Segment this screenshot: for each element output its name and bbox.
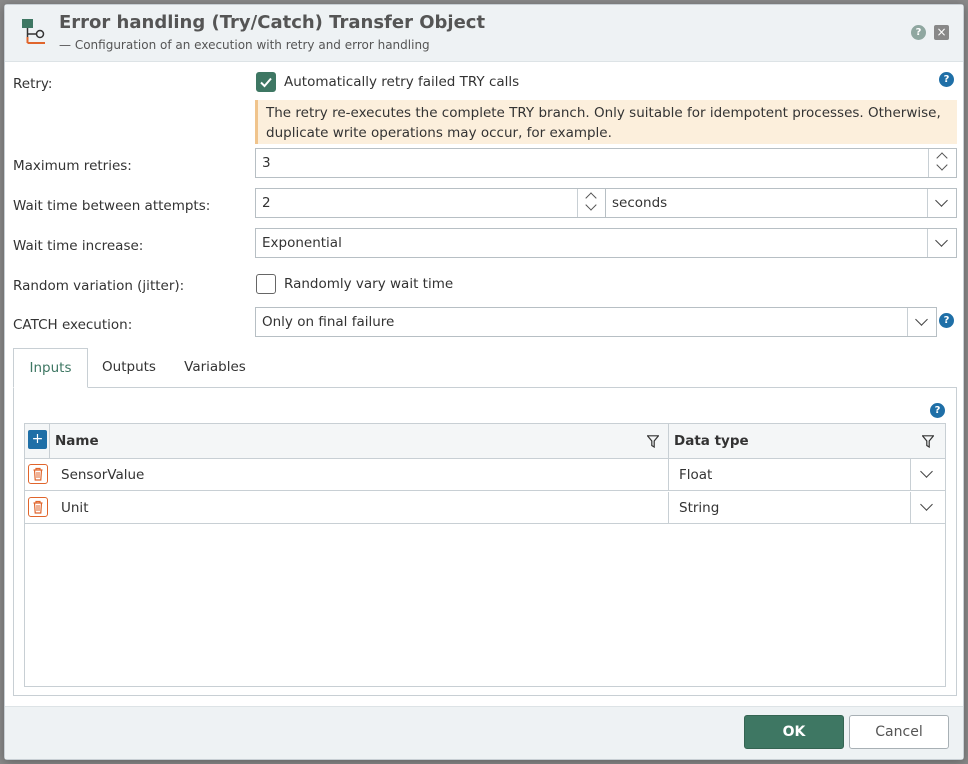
- trash-icon: [33, 467, 43, 481]
- jitter-label: Random variation (jitter):: [13, 278, 185, 294]
- chevron-down-icon[interactable]: [910, 459, 945, 490]
- retry-checkbox[interactable]: [256, 72, 276, 92]
- wait-time-label: Wait time between attempts:: [13, 198, 211, 214]
- max-retries-label: Maximum retries:: [13, 158, 132, 174]
- delete-row-button[interactable]: [28, 464, 48, 484]
- inputs-panel: ? + Name Data type SensorValue Float Uni…: [13, 387, 957, 696]
- checkmark-icon: [260, 77, 272, 88]
- trash-icon: [33, 500, 43, 514]
- wait-time-unit-select[interactable]: seconds: [605, 188, 957, 218]
- tab-variables[interactable]: Variables: [177, 348, 253, 388]
- wait-increase-select[interactable]: Exponential: [255, 228, 957, 258]
- max-retries-value: 3: [262, 155, 271, 171]
- tab-outputs[interactable]: Outputs: [93, 348, 165, 388]
- chevron-down-icon[interactable]: [907, 308, 936, 336]
- input-name-cell[interactable]: SensorValue: [61, 467, 144, 483]
- add-row-button[interactable]: +: [28, 430, 47, 449]
- header-help-icon[interactable]: ?: [911, 25, 926, 40]
- retry-help-icon[interactable]: ?: [939, 72, 954, 87]
- chevron-down-icon[interactable]: [927, 229, 956, 257]
- close-icon[interactable]: ×: [934, 25, 949, 40]
- catch-execution-value: Only on final failure: [262, 314, 395, 330]
- retry-label: Retry:: [13, 76, 53, 92]
- ok-button[interactable]: OK: [744, 715, 844, 749]
- column-header-data-type[interactable]: Data type: [674, 433, 749, 449]
- dialog: Error handling (Try/Catch) Transfer Obje…: [4, 4, 964, 760]
- column-divider: [49, 424, 50, 459]
- jitter-checkbox-label[interactable]: Randomly vary wait time: [284, 276, 453, 292]
- input-name-cell[interactable]: Unit: [61, 500, 88, 516]
- wait-time-spinner[interactable]: [577, 189, 605, 217]
- wait-increase-value: Exponential: [262, 235, 342, 251]
- inputs-help-icon[interactable]: ?: [930, 403, 945, 418]
- input-type-cell[interactable]: Float: [679, 467, 712, 483]
- retry-checkbox-label[interactable]: Automatically retry failed TRY calls: [284, 74, 519, 90]
- table-row: SensorValue Float: [25, 459, 945, 491]
- table-row: Unit String: [25, 492, 945, 524]
- wait-increase-label: Wait time increase:: [13, 238, 144, 254]
- filter-icon[interactable]: [647, 435, 659, 448]
- max-retries-spinner[interactable]: [928, 149, 956, 177]
- wait-time-value: 2: [262, 195, 271, 211]
- input-type-cell[interactable]: String: [679, 500, 719, 516]
- chevron-down-icon[interactable]: [585, 199, 597, 211]
- dialog-footer: OK Cancel: [5, 706, 963, 759]
- column-divider: [668, 424, 669, 459]
- column-divider: [668, 492, 669, 524]
- filter-icon[interactable]: [922, 435, 934, 448]
- delete-row-button[interactable]: [28, 497, 48, 517]
- dialog-title: Error handling (Try/Catch) Transfer Obje…: [59, 12, 486, 33]
- max-retries-stepper[interactable]: 3: [255, 148, 957, 178]
- wait-time-unit-value: seconds: [612, 195, 668, 211]
- jitter-checkbox[interactable]: [256, 274, 276, 294]
- catch-execution-select[interactable]: Only on final failure: [255, 307, 937, 337]
- transfer-object-icon: [22, 19, 45, 44]
- wait-time-stepper[interactable]: 2: [255, 188, 606, 218]
- dialog-subtitle: — Configuration of an execution with ret…: [59, 38, 430, 52]
- tab-inputs[interactable]: Inputs: [13, 348, 88, 388]
- grid-header: + Name Data type: [25, 424, 945, 459]
- dialog-header: Error handling (Try/Catch) Transfer Obje…: [5, 5, 963, 62]
- column-header-name[interactable]: Name: [55, 433, 99, 449]
- chevron-down-icon[interactable]: [910, 492, 945, 523]
- chevron-down-icon[interactable]: [927, 189, 956, 217]
- inputs-grid: + Name Data type SensorValue Float Unit …: [24, 423, 946, 687]
- catch-execution-label: CATCH execution:: [13, 317, 133, 333]
- chevron-down-icon[interactable]: [936, 159, 948, 171]
- retry-warning: The retry re-executes the complete TRY b…: [255, 100, 957, 144]
- column-divider: [668, 459, 669, 491]
- catch-help-icon[interactable]: ?: [939, 313, 954, 328]
- cancel-button[interactable]: Cancel: [849, 715, 949, 749]
